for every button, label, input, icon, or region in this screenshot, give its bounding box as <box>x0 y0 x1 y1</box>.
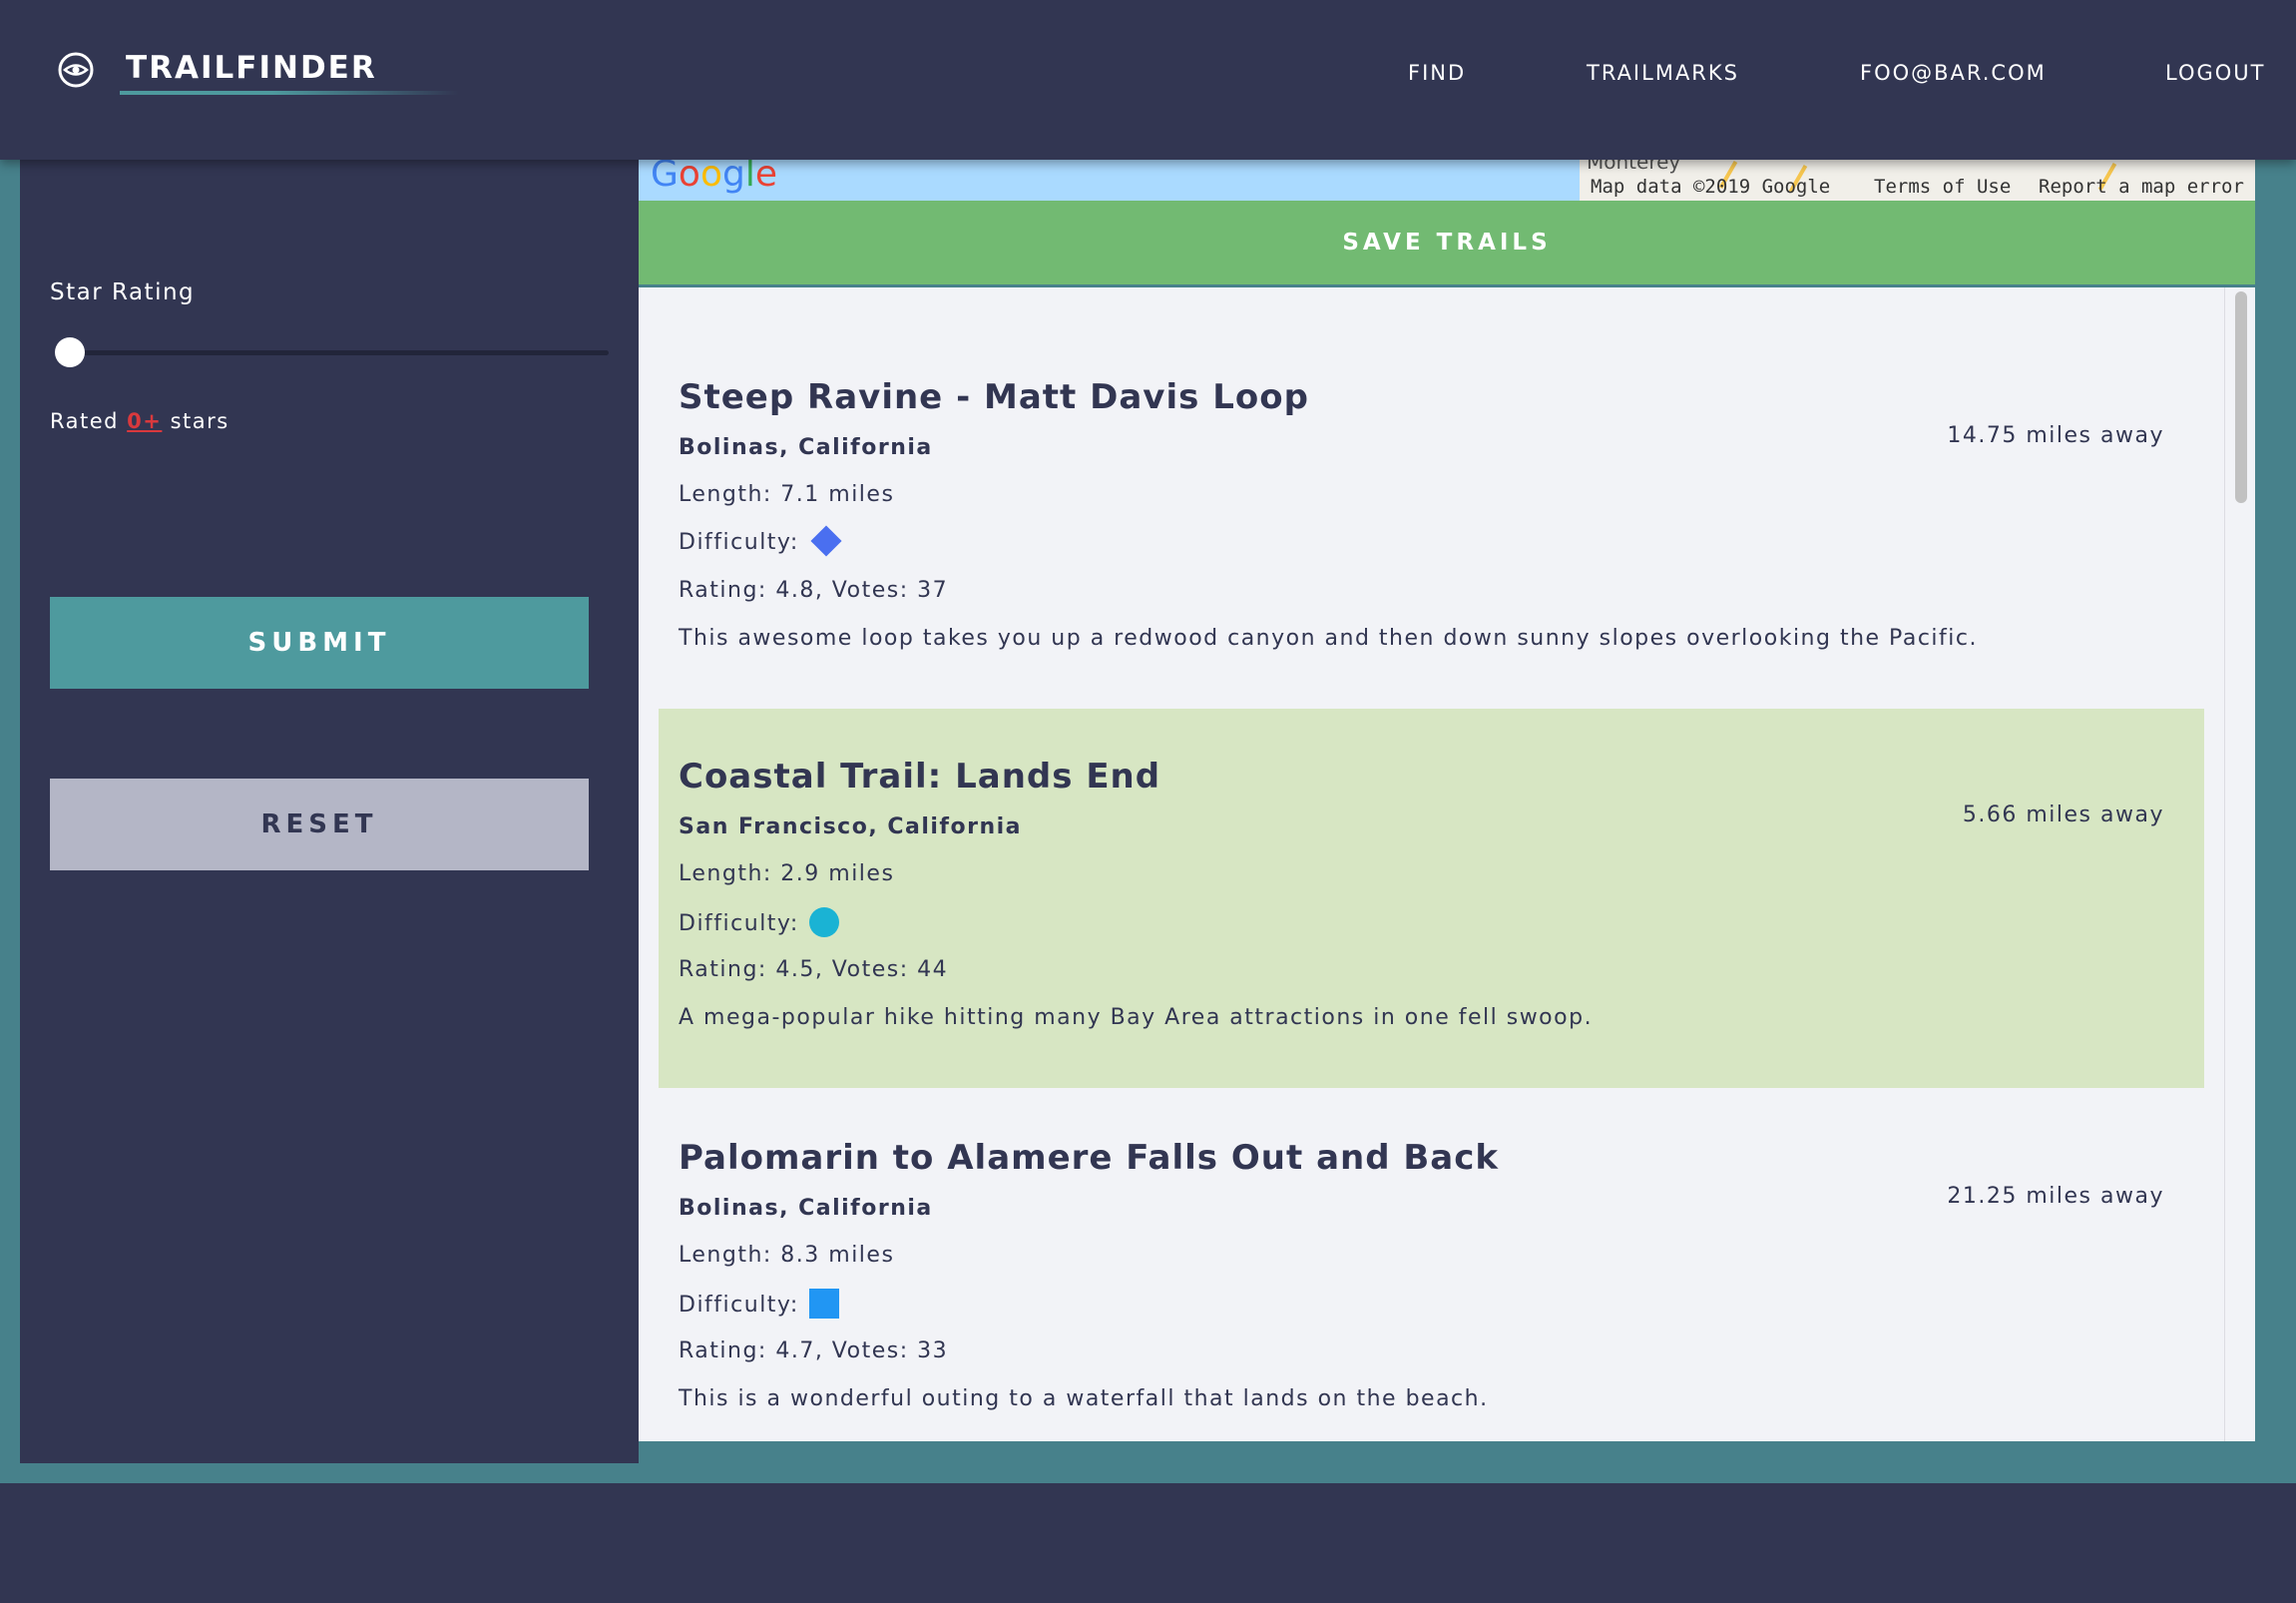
trail-distance: 14.75 miles away <box>1947 423 2164 448</box>
trail-name: Coastal Trail: Lands End <box>679 757 1161 797</box>
rated-prefix: Rated <box>50 409 119 433</box>
trail-card-highlighted[interactable]: Coastal Trail: Lands End San Francisco, … <box>659 709 2204 1088</box>
blue-square-icon <box>808 1289 839 1319</box>
star-rating-slider-thumb[interactable] <box>55 337 85 367</box>
map-data-attribution: Map data ©2019 Google <box>1591 176 1831 198</box>
trail-location: Bolinas, California <box>679 435 933 460</box>
star-rating-slider-track[interactable] <box>70 350 609 355</box>
trail-description: This is a wonderful outing to a waterfal… <box>679 1386 1489 1411</box>
nav-find-link[interactable]: FIND <box>1408 61 1466 85</box>
blue-diamond-icon <box>810 525 842 557</box>
trail-description: A mega-popular hike hitting many Bay Are… <box>679 1005 1594 1030</box>
difficulty-label: Difficulty: <box>679 911 799 936</box>
trail-description: This awesome loop takes you up a redwood… <box>679 626 1978 651</box>
trail-difficulty: Difficulty: <box>679 525 842 557</box>
eye-logo-icon <box>58 52 94 88</box>
filter-sidebar: Star Rating Rated 0+ stars SUBMIT RESET <box>20 160 639 1463</box>
difficulty-label: Difficulty: <box>679 530 799 555</box>
trail-list: Steep Ravine - Matt Davis Loop Bolinas, … <box>639 287 2255 1441</box>
trail-rating: Rating: 4.5, Votes: 44 <box>679 957 949 982</box>
trail-location: San Francisco, California <box>679 814 1022 839</box>
star-rating-label: Star Rating <box>50 279 196 305</box>
map-terms-link[interactable]: Terms of Use <box>1874 176 2011 198</box>
trail-rating: Rating: 4.8, Votes: 37 <box>679 578 949 603</box>
trail-list-scrollbar-thumb[interactable] <box>2235 291 2247 503</box>
trail-name: Steep Ravine - Matt Davis Loop <box>679 377 1309 417</box>
google-logo: Google <box>651 160 777 195</box>
save-trails-button[interactable]: SAVE TRAILS <box>639 201 2255 284</box>
trail-name: Palomarin to Alamere Falls Out and Back <box>679 1138 1500 1178</box>
rated-stars-text: Rated 0+ stars <box>50 409 230 433</box>
trail-list-scrollbar[interactable] <box>2224 287 2255 1441</box>
nav-logout-link[interactable]: LOGOUT <box>2165 61 2265 85</box>
trail-difficulty: Difficulty: <box>679 1289 839 1321</box>
app-logo-text[interactable]: TRAILFINDER <box>126 50 377 86</box>
rated-value: 0+ <box>127 409 163 433</box>
map-report-error-link[interactable]: Report a map error <box>2039 176 2244 198</box>
trail-card[interactable]: Palomarin to Alamere Falls Out and Back … <box>659 1090 2204 1441</box>
reset-button[interactable]: RESET <box>50 779 589 870</box>
map-place-label: Monterey <box>1587 160 1681 174</box>
trail-rating: Rating: 4.7, Votes: 33 <box>679 1338 949 1363</box>
rated-suffix: stars <box>170 409 230 433</box>
difficulty-label: Difficulty: <box>679 1293 799 1318</box>
trail-location: Bolinas, California <box>679 1196 933 1221</box>
page-footer-area <box>0 1483 2296 1603</box>
trail-length: Length: 8.3 miles <box>679 1243 895 1268</box>
nav-user-email-link[interactable]: FOO@BAR.COM <box>1860 61 2047 85</box>
trail-length: Length: 7.1 miles <box>679 482 895 507</box>
trail-distance: 21.25 miles away <box>1947 1184 2164 1209</box>
submit-button[interactable]: SUBMIT <box>50 597 589 689</box>
top-nav-bar: TRAILFINDER FIND TRAILMARKS FOO@BAR.COM … <box>0 0 2296 160</box>
nav-trailmarks-link[interactable]: TRAILMARKS <box>1587 61 1739 85</box>
map-view[interactable]: Monterey Google Map data ©2019 Google Te… <box>639 160 2255 201</box>
trail-length: Length: 2.9 miles <box>679 861 895 886</box>
teal-circle-icon <box>808 907 839 937</box>
trail-card[interactable]: Steep Ravine - Matt Davis Loop Bolinas, … <box>659 287 2204 667</box>
logo-underline <box>120 91 459 95</box>
trail-distance: 5.66 miles away <box>1962 802 2164 827</box>
trail-difficulty: Difficulty: <box>679 907 839 939</box>
